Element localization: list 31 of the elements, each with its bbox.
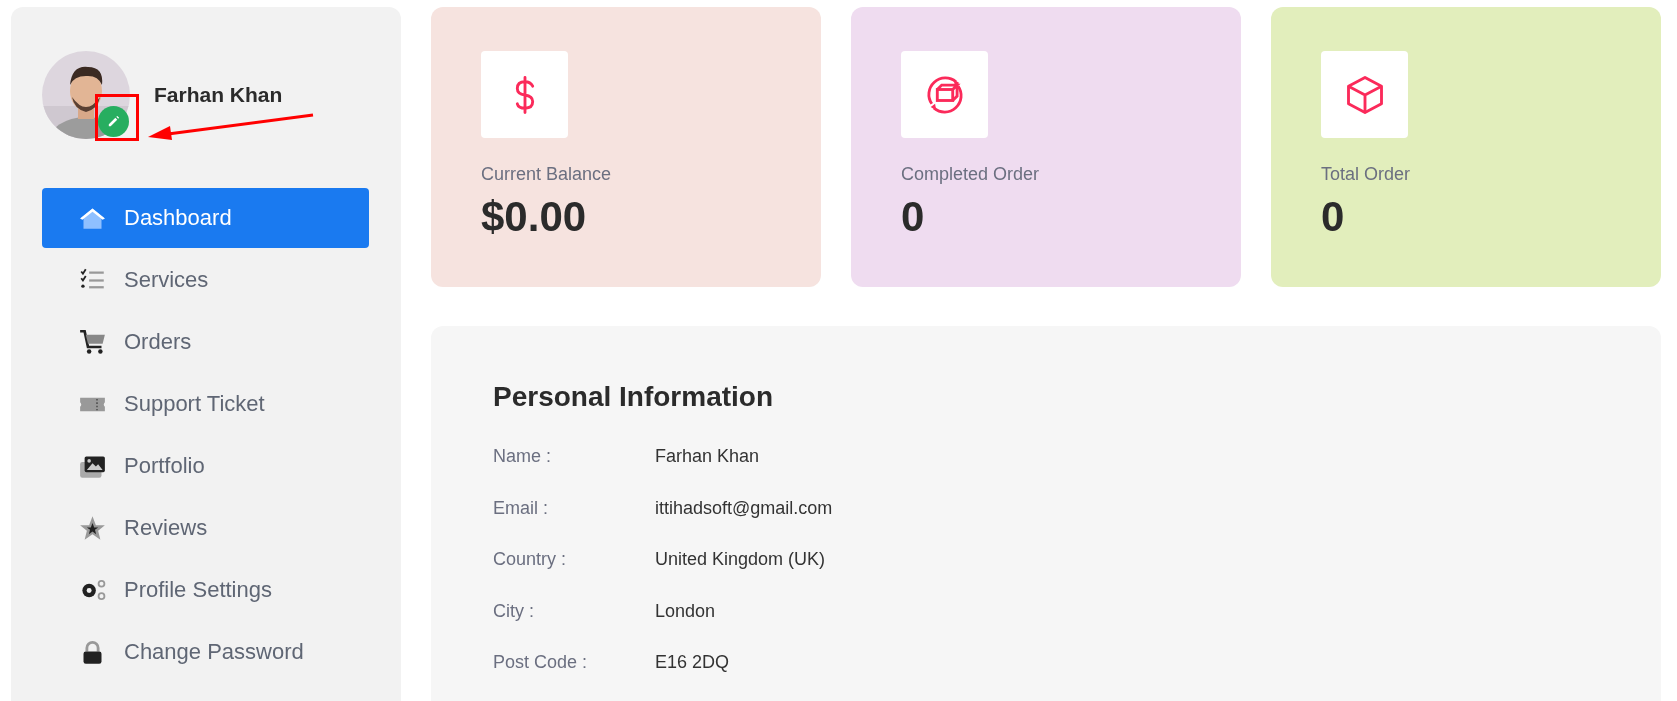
stat-value: 0 bbox=[1321, 193, 1345, 241]
menu-item[interactable]: Support Ticket bbox=[42, 374, 369, 434]
star-icon bbox=[79, 514, 106, 542]
menu-item[interactable]: Dashboard bbox=[42, 188, 369, 248]
stat-label: Current Balance bbox=[481, 164, 612, 185]
field-label: Post Code : bbox=[493, 652, 589, 674]
annotation-box bbox=[95, 94, 139, 141]
pencil-icon bbox=[106, 114, 121, 129]
field-label: City : bbox=[493, 600, 535, 622]
field-label: Email : bbox=[493, 497, 549, 519]
menu-item[interactable]: Reviews bbox=[42, 498, 369, 558]
menu-item[interactable]: Orders bbox=[42, 312, 369, 372]
field-value: Farhan Khan bbox=[655, 446, 760, 468]
user-name: Farhan Khan bbox=[154, 83, 283, 107]
field-label: Name : bbox=[493, 446, 553, 468]
edit-button[interactable] bbox=[98, 106, 129, 137]
stat-label: Completed Order bbox=[901, 164, 1040, 185]
stat-value: 0 bbox=[901, 193, 925, 241]
menu-item[interactable]: Change Password bbox=[42, 622, 369, 682]
cart-icon bbox=[79, 328, 106, 356]
field-value: United Kingdom (UK) bbox=[655, 549, 826, 571]
menu-item[interactable]: Portfolio bbox=[42, 436, 369, 496]
field-value: E16 2DQ bbox=[655, 652, 730, 674]
section-title: Personal Information bbox=[493, 381, 775, 413]
menu-item[interactable]: Services bbox=[42, 250, 369, 310]
field-label: Country : bbox=[493, 549, 568, 571]
stat-label: Total Order bbox=[1321, 164, 1411, 185]
field-value: London bbox=[655, 600, 716, 622]
field-value: ittihadsoft@gmail.com bbox=[655, 497, 833, 519]
menu-item[interactable]: Profile Settings bbox=[42, 560, 369, 620]
stat-value: $0.00 bbox=[481, 193, 587, 241]
